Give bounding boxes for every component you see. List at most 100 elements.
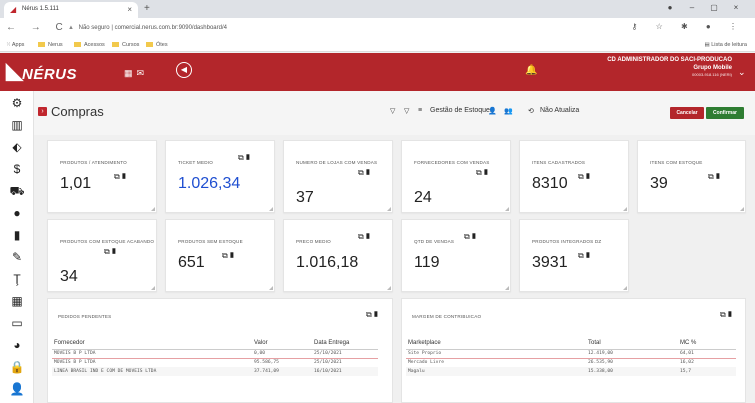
lock-icon[interactable]: 🔒: [9, 359, 25, 375]
bar-chart-icon[interactable]: ▮: [9, 227, 25, 243]
monitor-icon[interactable]: ▭: [9, 315, 25, 331]
column-header[interactable]: Valor: [252, 337, 312, 350]
pencil-icon[interactable]: ✎: [9, 249, 25, 265]
table-row[interactable]: MOVEIS B P LTDA 95.586,75 25/10/2021: [52, 358, 378, 367]
kpi-card: PRODUTOS / ATENDIMENTO 1,01 ⧉▮: [47, 140, 157, 213]
nav-buttons[interactable]: ← → C: [6, 22, 69, 33]
folder-icon: [74, 42, 81, 48]
card-actions-icon[interactable]: ⧉▮: [222, 251, 236, 261]
nerus-logo[interactable]: ◣ NÉRUS: [6, 60, 96, 84]
card-actions-icon[interactable]: ⧉▮: [358, 168, 372, 178]
column-header[interactable]: MC %: [678, 337, 736, 350]
building-icon[interactable]: ▥: [9, 117, 25, 133]
column-header[interactable]: Total: [586, 337, 678, 350]
table-row[interactable]: Magalu 15.338,00 15,7: [406, 367, 736, 376]
card-actions-icon[interactable]: ⧉▮: [104, 247, 118, 257]
card-actions-icon[interactable]: ⧉▮: [114, 172, 128, 182]
table-row[interactable]: LINEA BRASIL IND E COM DE MOVEIS LTDA 37…: [52, 367, 378, 376]
kpi-value: 119: [414, 254, 440, 271]
resize-handle-icon[interactable]: [269, 286, 273, 290]
no-refresh-icon[interactable]: ⟲: [528, 107, 534, 115]
column-header[interactable]: Fornecedor: [52, 337, 252, 350]
bookmark-otes[interactable]: Ótes: [146, 42, 168, 48]
menu-icon[interactable]: ≡: [418, 107, 422, 114]
back-circle-button[interactable]: ◀: [176, 62, 192, 78]
kpi-card: PRODUTOS INTEGRADOS DZ 3931 ⧉▮: [519, 219, 629, 292]
resize-handle-icon[interactable]: [387, 286, 391, 290]
tab-close-icon[interactable]: ×: [127, 5, 132, 14]
resize-handle-icon[interactable]: [269, 207, 273, 211]
tool-icon[interactable]: Ţ: [9, 271, 25, 287]
resize-handle-icon[interactable]: [623, 207, 627, 211]
url-input[interactable]: ▲ Não seguro | comercial.nerus.com.br:90…: [62, 21, 682, 35]
kpi-label: PRECO MEDIO: [296, 239, 331, 244]
profile-dot-icon[interactable]: ●: [659, 3, 681, 12]
tag-icon[interactable]: ⬖: [9, 139, 25, 155]
filter-icon[interactable]: ▽: [390, 107, 395, 115]
stock-management-label[interactable]: Gestão de Estoques: [430, 107, 493, 114]
chevron-down-icon[interactable]: ⌄: [738, 67, 746, 78]
no-update-label[interactable]: Não Atualiza: [540, 107, 579, 114]
close-window-button[interactable]: ×: [725, 3, 747, 12]
resize-handle-icon[interactable]: [505, 286, 509, 290]
column-header[interactable]: Marketplace: [406, 337, 586, 350]
chevron-right-icon[interactable]: ›: [38, 107, 47, 116]
card-actions-icon[interactable]: ⧉▮: [464, 232, 478, 242]
minimize-button[interactable]: –: [681, 3, 703, 12]
filter-clear-icon[interactable]: ▽: [404, 107, 409, 115]
bookmark-apps[interactable]: ⁙ Apps: [6, 42, 24, 48]
kpi-label: FORNECEDORES COM VENDAS: [414, 160, 490, 165]
window-controls: ● – ▢ ×: [659, 3, 747, 12]
group-icon[interactable]: ●: [9, 205, 25, 221]
main-content: › Compras ▽ ▽ ≡ Gestão de Estoques 👤 👥 ⟲…: [34, 91, 755, 403]
cancel-button[interactable]: Cancelar: [670, 107, 704, 119]
resize-handle-icon[interactable]: [740, 207, 744, 211]
left-sidebar: ⚙ ▥ ⬖ $ ⛟ ● ▮ ✎ Ţ ▦ ▭ ◕ 🔒 👤: [0, 91, 34, 403]
card-actions-icon[interactable]: ⧉▮: [476, 168, 490, 178]
card-actions-icon[interactable]: ⧉▮: [238, 153, 252, 163]
user-info[interactable]: CD ADMINISTRADOR DO SACI-PRODUCAO Grupo …: [560, 57, 732, 77]
panel-actions-icon[interactable]: ⧉▮: [720, 310, 734, 320]
browser-extension-icons[interactable]: ⚷ ☆ ✱ ● ⋮: [632, 22, 745, 31]
header-quick-icons[interactable]: ▦✉: [124, 68, 148, 79]
card-actions-icon[interactable]: ⧉▮: [358, 232, 372, 242]
bookmark-acessos[interactable]: Acessos: [74, 42, 105, 48]
handcart-icon[interactable]: ⛟: [9, 183, 25, 199]
url-text: comercial.nerus.com.br:9090/dashboard/4: [114, 25, 227, 31]
kpi-card: FORNECEDORES COM VENDAS ⧉▮ 24: [401, 140, 511, 213]
panel-actions-icon[interactable]: ⧉▮: [366, 310, 380, 320]
resize-handle-icon[interactable]: [151, 286, 155, 290]
resize-handle-icon[interactable]: [151, 207, 155, 211]
table-row[interactable]: Mercado Livre 26.535,90 16,02: [406, 358, 736, 367]
new-tab-button[interactable]: +: [144, 3, 150, 14]
gear-icon[interactable]: ⚙: [9, 95, 25, 111]
maximize-button[interactable]: ▢: [703, 3, 725, 12]
user-icon[interactable]: 👤: [9, 381, 25, 397]
resize-handle-icon[interactable]: [623, 286, 627, 290]
kpi-value: 651: [178, 254, 205, 271]
resize-handle-icon[interactable]: [387, 207, 391, 211]
user-icon[interactable]: 👤: [488, 107, 497, 115]
resize-handle-icon[interactable]: [505, 207, 509, 211]
bookmark-nerus[interactable]: Nerus: [38, 42, 63, 48]
dollar-icon[interactable]: $: [9, 161, 25, 177]
table-row[interactable]: MOVEIS B P LTDA 0,00 25/10/2021: [52, 349, 378, 359]
table-row[interactable]: Site Proprio 12.419,00 64,01: [406, 349, 736, 359]
card-actions-icon[interactable]: ⧉▮: [708, 172, 722, 182]
column-header[interactable]: Data Entrega: [312, 337, 378, 350]
kpi-value: 24: [414, 189, 432, 206]
user-code: 00003-918.116 (NERI): [692, 72, 732, 77]
security-label: Não seguro: [78, 25, 110, 31]
card-actions-icon[interactable]: ⧉▮: [578, 251, 592, 261]
bookmark-cursos[interactable]: Cursos: [112, 42, 139, 48]
kpi-card: PRECO MEDIO ⧉▮ 1.016,18: [283, 219, 393, 292]
users-icon[interactable]: 👥: [504, 107, 513, 115]
confirm-button[interactable]: Confirmar: [706, 107, 744, 119]
pie-chart-icon[interactable]: ◕: [9, 337, 25, 353]
grid-icon[interactable]: ▦: [9, 293, 25, 309]
folder-icon: [38, 42, 45, 48]
bell-icon[interactable]: 🔔: [525, 65, 537, 76]
reading-list-button[interactable]: ▤ Lista de leitura: [704, 42, 747, 48]
browser-tab[interactable]: ◢ Nérus 1.5.111 ×: [4, 2, 138, 18]
card-actions-icon[interactable]: ⧉▮: [578, 172, 592, 182]
